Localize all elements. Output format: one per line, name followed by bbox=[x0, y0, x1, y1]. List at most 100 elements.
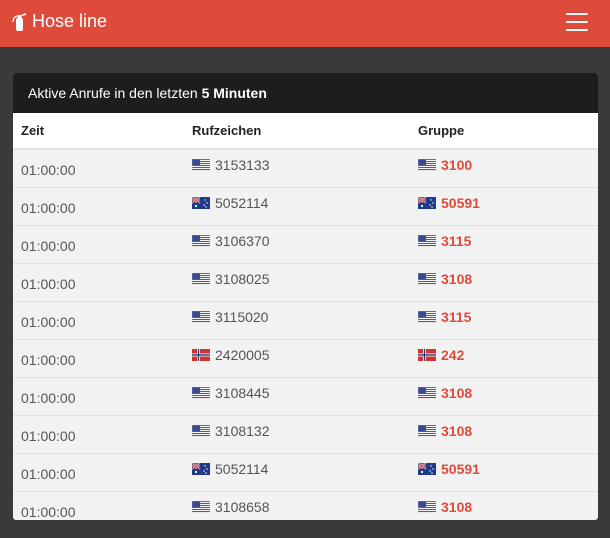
calls-table: Zeit Rufzeichen Gruppe 01:00:00 3153133 31… bbox=[13, 113, 598, 520]
callsign-cell: 5052114 bbox=[184, 187, 410, 226]
group-link[interactable]: 3115 bbox=[441, 309, 471, 325]
callsign-value: 3106370 bbox=[215, 232, 270, 249]
us-flag-icon bbox=[192, 272, 210, 285]
table-header-row: Zeit Rufzeichen Gruppe bbox=[13, 113, 598, 150]
callsign-value: 5052114 bbox=[215, 460, 269, 477]
table-row: 01:00:00 3108025 3108 bbox=[13, 263, 598, 302]
group-cell: 3108 bbox=[410, 377, 598, 416]
time-value: 01:00:00 bbox=[21, 466, 76, 482]
time-value: 01:00:00 bbox=[21, 238, 76, 254]
us-flag-icon bbox=[418, 158, 436, 171]
header-gruppe: Gruppe bbox=[410, 113, 598, 150]
us-flag-icon bbox=[192, 234, 210, 247]
brand-link[interactable]: Hose line bbox=[12, 11, 107, 32]
group-cell: 50591 bbox=[410, 187, 598, 226]
hamburger-icon-bar bbox=[566, 21, 588, 23]
callsign-value: 3108132 bbox=[215, 422, 270, 439]
table-row: 01:00:00 3115020 3115 bbox=[13, 301, 598, 340]
no-flag-icon bbox=[418, 348, 436, 361]
time-value: 01:00:00 bbox=[21, 390, 76, 406]
group-link[interactable]: 3115 bbox=[441, 233, 471, 249]
table-row: 01:00:00 2420005 242 bbox=[13, 339, 598, 378]
group-link[interactable]: 50591 bbox=[441, 195, 480, 211]
time-cell: 01:00:00 bbox=[13, 377, 184, 416]
time-cell: 01:00:00 bbox=[13, 415, 184, 454]
fire-extinguisher-icon bbox=[12, 12, 26, 31]
group-cell: 3115 bbox=[410, 301, 598, 340]
time-cell: 01:00:00 bbox=[13, 187, 184, 226]
hamburger-icon-bar bbox=[566, 29, 588, 31]
time-cell: 01:00:00 bbox=[13, 225, 184, 264]
time-cell: 01:00:00 bbox=[13, 149, 184, 188]
table-row: 01:00:00 3106370 3115 bbox=[13, 225, 598, 264]
header-zeit: Zeit bbox=[13, 113, 184, 150]
us-flag-icon bbox=[418, 310, 436, 323]
callsign-value: 3108025 bbox=[215, 270, 270, 287]
callsign-value: 3153133 bbox=[215, 156, 270, 173]
group-cell: 3108 bbox=[410, 415, 598, 454]
navbar: Hose line bbox=[0, 0, 610, 47]
table-row: 01:00:00 3108658 3108 bbox=[13, 491, 598, 520]
brand-title: Hose line bbox=[32, 11, 108, 31]
group-cell: 3108 bbox=[410, 491, 598, 520]
callsign-cell: 3115020 bbox=[184, 301, 410, 340]
hamburger-icon-bar bbox=[566, 13, 588, 15]
time-cell: 01:00:00 bbox=[13, 491, 184, 520]
us-flag-icon bbox=[418, 500, 436, 513]
callsign-cell: 3108025 bbox=[184, 263, 410, 302]
group-link[interactable]: 3100 bbox=[441, 157, 472, 173]
table-row: 01:00:00 3153133 3100 bbox=[13, 149, 598, 188]
callsign-cell: 5052114 bbox=[184, 453, 410, 492]
time-value: 01:00:00 bbox=[21, 428, 76, 444]
us-flag-icon bbox=[418, 234, 436, 247]
callsign-value: 3115020 bbox=[215, 308, 269, 325]
table-row: 01:00:00 5052114 50591 bbox=[13, 187, 598, 226]
callsign-value: 3108658 bbox=[215, 498, 270, 515]
au-flag-icon bbox=[418, 462, 436, 475]
panel-heading-bold: 5 Minuten bbox=[201, 85, 267, 101]
group-cell: 3100 bbox=[410, 149, 598, 188]
menu-toggle-button[interactable] bbox=[566, 13, 588, 31]
table-row: 01:00:00 3108445 3108 bbox=[13, 377, 598, 416]
au-flag-icon bbox=[418, 196, 436, 209]
callsign-cell: 3108658 bbox=[184, 491, 410, 520]
group-link[interactable]: 3108 bbox=[441, 271, 472, 287]
group-link[interactable]: 3108 bbox=[441, 423, 472, 439]
group-cell: 3115 bbox=[410, 225, 598, 264]
callsign-cell: 3106370 bbox=[184, 225, 410, 264]
callsign-cell: 2420005 bbox=[184, 339, 410, 378]
group-cell: 50591 bbox=[410, 453, 598, 492]
callsign-value: 5052114 bbox=[215, 194, 269, 211]
table-row: 01:00:00 3108132 3108 bbox=[13, 415, 598, 454]
group-cell: 242 bbox=[410, 339, 598, 378]
us-flag-icon bbox=[418, 424, 436, 437]
callsign-value: 3108445 bbox=[215, 384, 270, 401]
time-value: 01:00:00 bbox=[21, 162, 76, 178]
time-cell: 01:00:00 bbox=[13, 453, 184, 492]
callsign-value: 2420005 bbox=[215, 346, 270, 363]
group-link[interactable]: 3108 bbox=[441, 385, 472, 401]
active-calls-panel: Aktive Anrufe in den letzten 5 Minuten Z… bbox=[13, 73, 598, 520]
group-link[interactable]: 242 bbox=[441, 347, 464, 363]
callsign-cell: 3108132 bbox=[184, 415, 410, 454]
us-flag-icon bbox=[192, 386, 210, 399]
au-flag-icon bbox=[192, 196, 210, 209]
us-flag-icon bbox=[192, 158, 210, 171]
au-flag-icon bbox=[192, 462, 210, 475]
time-value: 01:00:00 bbox=[21, 314, 76, 330]
group-link[interactable]: 3108 bbox=[441, 499, 472, 515]
time-cell: 01:00:00 bbox=[13, 263, 184, 302]
callsign-cell: 3108445 bbox=[184, 377, 410, 416]
time-value: 01:00:00 bbox=[21, 504, 76, 520]
group-link[interactable]: 50591 bbox=[441, 461, 480, 477]
time-cell: 01:00:00 bbox=[13, 301, 184, 340]
panel-heading-prefix: Aktive Anrufe in den letzten bbox=[28, 85, 202, 101]
us-flag-icon bbox=[418, 272, 436, 285]
us-flag-icon bbox=[418, 386, 436, 399]
us-flag-icon bbox=[192, 310, 210, 323]
header-rufzeichen: Rufzeichen bbox=[184, 113, 410, 150]
us-flag-icon bbox=[192, 424, 210, 437]
time-value: 01:00:00 bbox=[21, 276, 76, 292]
panel-heading: Aktive Anrufe in den letzten 5 Minuten bbox=[13, 73, 598, 113]
no-flag-icon bbox=[192, 348, 210, 361]
